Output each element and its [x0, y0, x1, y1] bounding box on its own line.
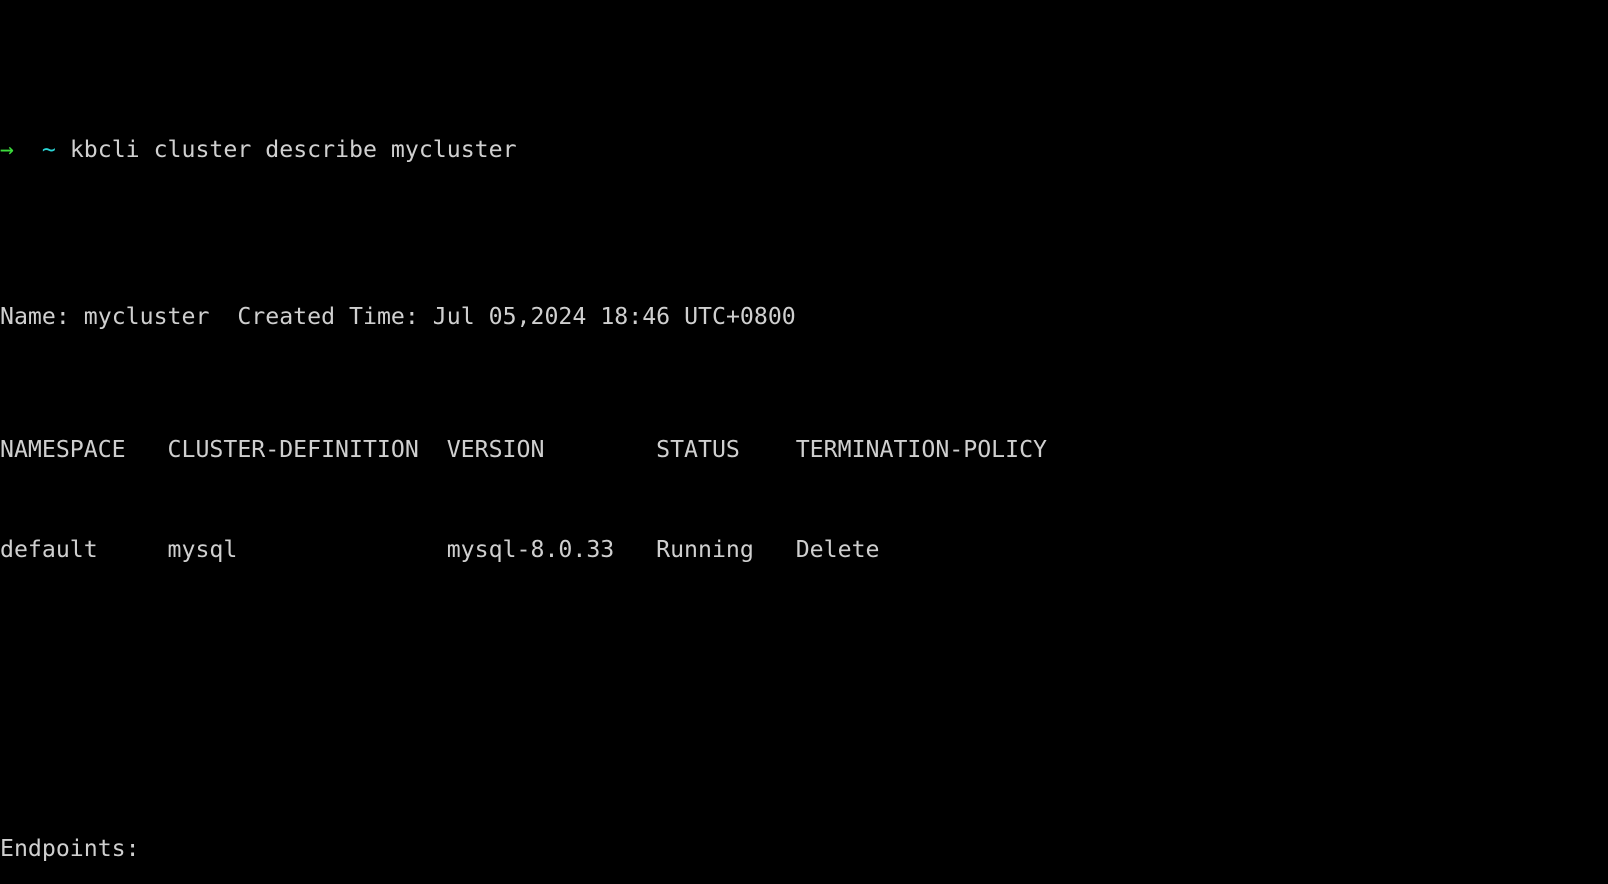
- created-time-label: Created Time:: [237, 302, 419, 330]
- summary-data-row: default mysql mysql-8.0.33 Running Delet…: [0, 535, 880, 563]
- prompt-command: kbcli cluster describe mycluster: [69, 136, 517, 164]
- cluster-name-line: Name: mycluster Created Time: Jul 05,202…: [0, 300, 1608, 333]
- terminal-window[interactable]: → ~ kbcli cluster describe mycluster Nam…: [0, 0, 1608, 884]
- cluster-name-value: mycluster: [83, 302, 210, 330]
- prompt-gap-1: [14, 136, 42, 163]
- cluster-name-label: Name:: [0, 302, 70, 330]
- created-time-value: Jul 05,2024 18:46 UTC+0800: [432, 302, 796, 330]
- prompt-gap-2: [56, 136, 70, 163]
- endpoints-title: Endpoints:: [0, 835, 140, 863]
- prompt-arrow-icon: →: [0, 136, 14, 164]
- summary-header-row: NAMESPACE CLUSTER-DEFINITION VERSION STA…: [0, 435, 1048, 463]
- prompt-line: → ~ kbcli cluster describe mycluster: [0, 133, 1608, 166]
- prompt-path: ~: [41, 136, 56, 164]
